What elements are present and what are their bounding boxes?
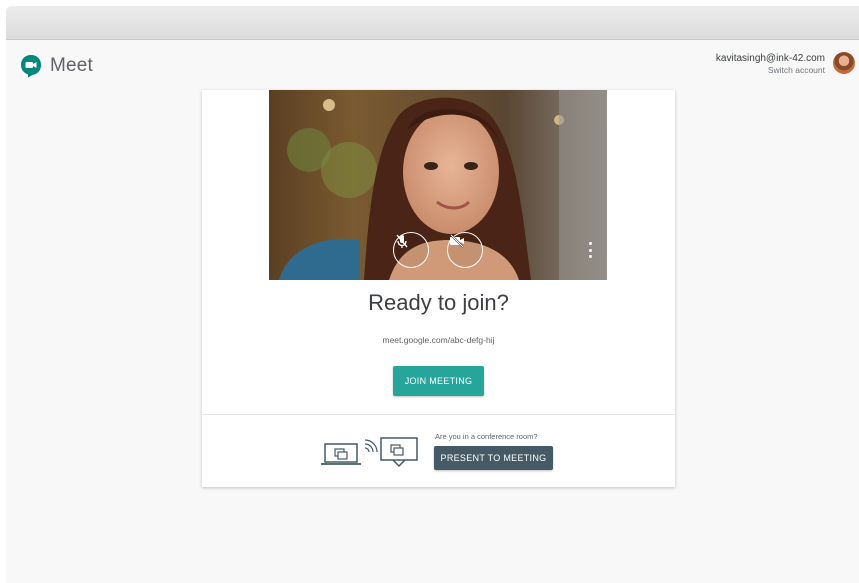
meet-logo-icon [21, 55, 41, 78]
browser-titlebar [6, 6, 859, 40]
mic-toggle-button[interactable] [393, 232, 429, 268]
section-divider [202, 414, 675, 415]
present-to-meeting-button[interactable]: PRESENT TO MEETING [434, 446, 553, 470]
account-info: kavitasingh@ink-42.com Switch account [716, 52, 825, 76]
app-name: Meet [50, 55, 94, 76]
camera-preview-image [269, 90, 607, 280]
account-area: kavitasingh@ink-42.com Switch account [716, 52, 855, 76]
join-card: Ready to join? meet.google.com/abc-defg-… [202, 90, 675, 487]
conference-room-question: Are you in a conference room? [435, 432, 538, 441]
join-meeting-button[interactable]: JOIN MEETING [393, 366, 484, 396]
more-vert-icon[interactable] [587, 242, 593, 258]
camera-off-icon [450, 234, 464, 248]
switch-account-link[interactable]: Switch account [716, 65, 825, 76]
meet-logo[interactable]: Meet [20, 54, 93, 78]
camera-toggle-button[interactable] [447, 232, 483, 268]
page-title: Ready to join? [368, 290, 509, 315]
meeting-url: meet.google.com/abc-defg-hij [382, 335, 495, 345]
account-email: kavitasingh@ink-42.com [715, 53, 825, 64]
conference-room-icon [321, 437, 418, 468]
video-preview [269, 90, 607, 280]
mic-off-icon [396, 234, 408, 248]
avatar[interactable] [833, 52, 855, 74]
meet-page: Meet kavitasingh@ink-42.com Switch accou… [6, 40, 859, 583]
